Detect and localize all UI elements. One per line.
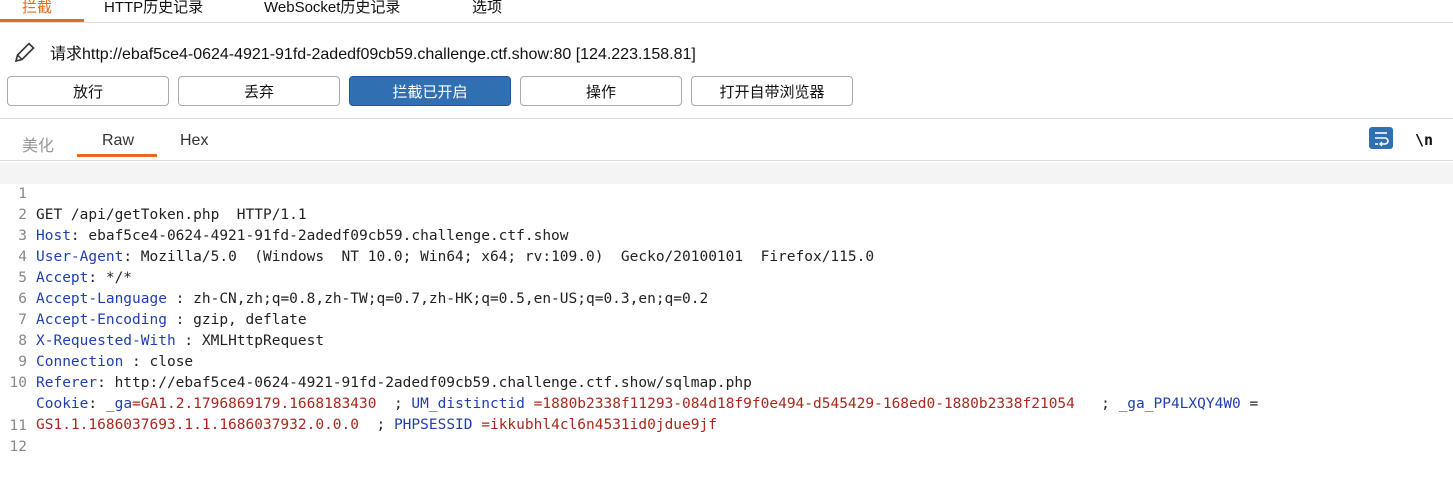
- request-editor[interactable]: 1 GET /api/getToken.php HTTP/1.1 2 Host:…: [0, 160, 1453, 455]
- tab-http-history[interactable]: HTTP历史记录: [104, 0, 203, 22]
- request-info: 请求http://ebaf5ce4-0624-4921-91fd-2adedf0…: [12, 38, 696, 66]
- tab-options[interactable]: 选项: [472, 0, 502, 22]
- show-newlines-toggle[interactable]: \n: [1415, 131, 1433, 149]
- code-line: 1 GET /api/getToken.php HTTP/1.1: [0, 163, 1453, 223]
- code-line: 12: [0, 416, 1453, 455]
- tab-websocket-history[interactable]: WebSocket历史记录: [264, 0, 400, 22]
- forward-button[interactable]: 放行: [7, 76, 169, 106]
- view-tab-hex[interactable]: Hex: [180, 132, 208, 150]
- line-number: 12: [9, 439, 27, 455]
- code-line: 11: [0, 395, 1453, 434]
- view-tab-pretty[interactable]: 美化: [22, 132, 54, 156]
- request-target: 请求http://ebaf5ce4-0624-4921-91fd-2adedf0…: [50, 46, 696, 63]
- active-tab-indicator: [0, 19, 84, 22]
- code-line: 8 Connection : close: [0, 310, 1453, 370]
- pencil-icon[interactable]: [12, 39, 38, 65]
- open-browser-button[interactable]: 打开自带浏览器: [691, 76, 853, 106]
- intercept-toggle-button[interactable]: 拦截已开启: [349, 76, 511, 106]
- code-line: 10 Cookie: _ga=GA1.2.1796869179.16681834…: [0, 352, 1453, 412]
- drop-button[interactable]: 丢弃: [178, 76, 340, 106]
- code-line: 3 User-Agent: Mozilla/5.0 (Windows NT 10…: [0, 205, 1453, 265]
- code-line: 7 X-Requested-With : XMLHttpRequest: [0, 289, 1453, 349]
- code-line-wrapped: GS1.1.1686037693.1.1.1686037932.0.0.0 ; …: [0, 373, 1453, 433]
- action-button[interactable]: 操作: [520, 76, 682, 106]
- code-line: 6 Accept-Encoding : gzip, deflate: [0, 268, 1453, 328]
- code-line: 4 Accept: */*: [0, 226, 1453, 286]
- view-tab-raw[interactable]: Raw: [102, 132, 134, 150]
- active-view-indicator: [77, 154, 157, 157]
- tab-bar: 拦截 HTTP历史记录 WebSocket历史记录 选项: [0, 0, 1453, 23]
- code-line: 5 Accept-Language : zh-CN,zh;q=0.8,zh-TW…: [0, 247, 1453, 307]
- code-line: 9 Referer: http://ebaf5ce4-0624-4921-91f…: [0, 331, 1453, 391]
- code-line: 2 Host: ebaf5ce4-0624-4921-91fd-2adedf09…: [0, 184, 1453, 244]
- divider: [0, 118, 1453, 119]
- word-wrap-icon[interactable]: [1369, 127, 1393, 149]
